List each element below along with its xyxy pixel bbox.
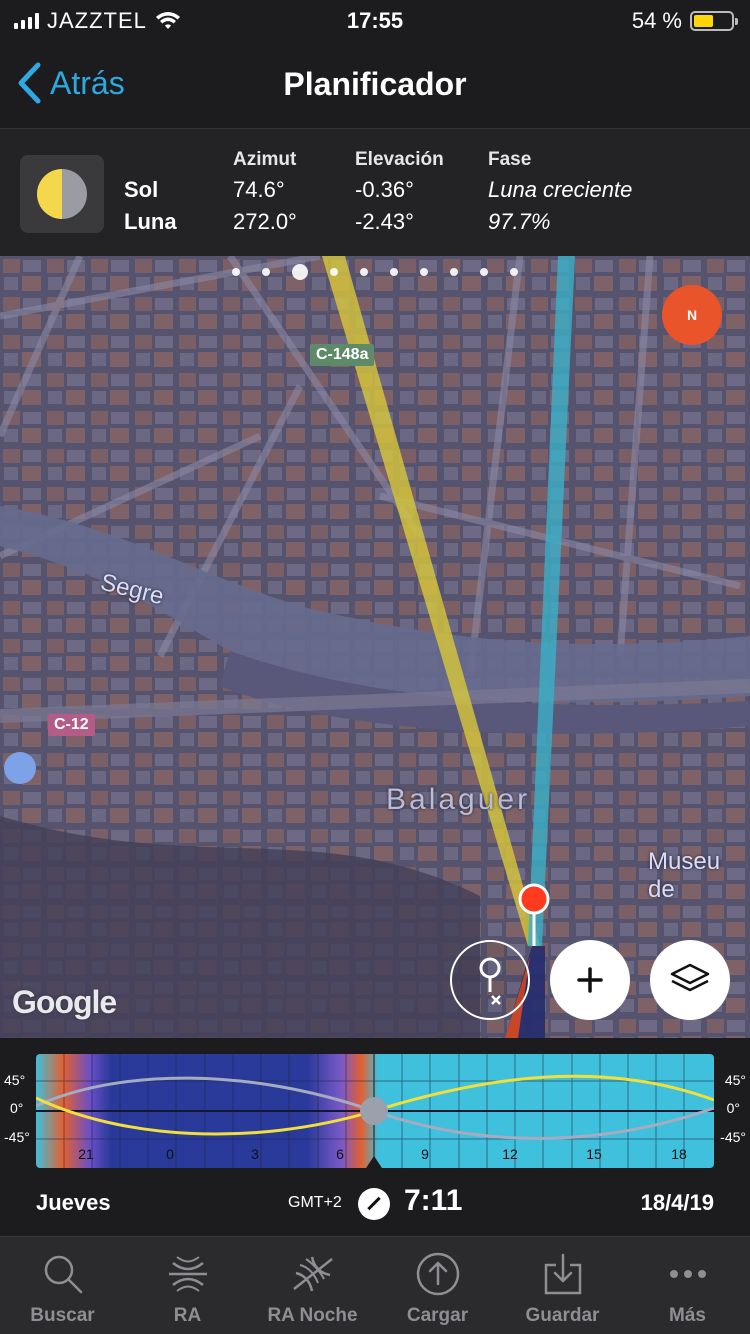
tab-ra-noche[interactable]: RA Noche (250, 1237, 375, 1334)
header-fase: Fase (488, 149, 532, 170)
tab-cargar[interactable]: Cargar (375, 1237, 500, 1334)
page-dot[interactable] (330, 268, 338, 276)
more-icon (669, 1270, 706, 1278)
status-bar: JAZZTEL 17:55 54 % (0, 0, 750, 40)
y-label-bottom-right: -45° (720, 1129, 746, 1145)
hour-label: 3 (251, 1146, 259, 1162)
map-layers-button[interactable] (650, 940, 730, 1020)
page-dot[interactable] (480, 268, 488, 276)
page-title: Planificador (283, 66, 467, 102)
luna-elevacion: -2.43° (355, 209, 414, 234)
tab-buscar[interactable]: Buscar (0, 1237, 125, 1334)
page-dot[interactable] (450, 268, 458, 276)
battery-icon (690, 11, 738, 31)
page-dot[interactable] (360, 268, 368, 276)
tab-mas[interactable]: Más (625, 1237, 750, 1334)
sol-label: Sol (124, 177, 159, 202)
pin-remove-icon (479, 957, 501, 1005)
y-label-top: 45° (4, 1072, 26, 1088)
ar-night-icon (292, 1256, 333, 1292)
time-value[interactable]: 7:11 (404, 1184, 462, 1218)
tab-label: Buscar (30, 1305, 95, 1326)
date-value[interactable]: 18/4/19 (641, 1190, 714, 1216)
date-time-bar: Jueves GMT+2 7:11 18/4/19 (0, 1178, 750, 1236)
navigation-bar: Atrás Planificador (0, 40, 750, 128)
weekday-label: Jueves (36, 1190, 111, 1215)
tab-label: Guardar (525, 1305, 600, 1326)
poi-label: Museu de (648, 848, 721, 903)
page-dot[interactable] (420, 268, 428, 276)
road-label-c12: C-12 (48, 714, 95, 736)
ar-icon (168, 1256, 207, 1292)
plus-icon (577, 967, 603, 993)
sol-elevacion: -0.36° (355, 177, 414, 202)
y-label-top-right: 45° (724, 1072, 746, 1088)
add-pin-button[interactable] (550, 940, 630, 1020)
search-icon (44, 1255, 82, 1294)
hour-label: 15 (586, 1146, 602, 1162)
y-label-mid-right: 0° (726, 1100, 740, 1116)
hour-label: 21 (78, 1146, 94, 1162)
hour-label: 0 (166, 1146, 174, 1162)
satellite-map[interactable]: N C-148a C-12 Segre Balaguer Museu de Go… (0, 256, 750, 1038)
remove-pin-button[interactable] (450, 940, 530, 1020)
moon-phase-name: Luna creciente (488, 177, 633, 202)
battery-percent: 54 % (631, 8, 682, 33)
page-indicator[interactable] (0, 264, 750, 280)
tab-guardar[interactable]: Guardar (500, 1237, 625, 1334)
moon-phase-button[interactable] (20, 155, 104, 233)
y-label-mid: 0° (10, 1100, 24, 1116)
tab-bar: Buscar RA RA Noche Cargar Guardar Más (0, 1236, 750, 1334)
hour-label: 12 (502, 1146, 518, 1162)
hour-label: 18 (671, 1146, 687, 1162)
tab-label: Más (669, 1305, 706, 1326)
compass-button[interactable]: N (662, 285, 722, 345)
hour-label: 6 (336, 1146, 344, 1162)
time-slider[interactable]: 21 0 3 6 9 12 15 18 45° 0° -45° 45° 0° -… (0, 1038, 750, 1188)
clock-icon[interactable] (358, 1188, 390, 1220)
luna-azimut: 272.0° (233, 209, 297, 234)
y-label-bottom: -45° (4, 1129, 30, 1145)
tab-label: RA Noche (267, 1305, 358, 1326)
sol-azimut: 74.6° (233, 177, 285, 202)
town-label: Balaguer (386, 783, 531, 816)
page-dot[interactable] (292, 264, 308, 280)
ephemeris-panel: Azimut Elevación Fase Sol 74.6° -0.36° L… (0, 128, 750, 256)
battery: 54 % (631, 8, 738, 34)
google-logo: Google (12, 984, 117, 1020)
moon-phase-icon (37, 169, 87, 219)
page-dot[interactable] (262, 268, 270, 276)
tab-label: Cargar (406, 1305, 469, 1326)
upload-icon (416, 1252, 459, 1296)
north-icon: N (686, 307, 698, 323)
road-label-c148: C-148a (310, 344, 375, 366)
header-elevacion: Elevación (355, 149, 444, 170)
page-dot[interactable] (232, 268, 240, 276)
sun-moon-elevation-graph[interactable]: 21 0 3 6 9 12 15 18 (0, 1038, 750, 1188)
page-dot[interactable] (390, 268, 398, 276)
layers-icon (670, 963, 710, 992)
map-imagery (0, 256, 750, 1038)
header-azimut: Azimut (233, 149, 297, 170)
tab-label: RA (173, 1305, 202, 1326)
luna-label: Luna (124, 209, 177, 234)
hour-label: 9 (421, 1146, 429, 1162)
timezone-label[interactable]: GMT+2 (288, 1194, 342, 1212)
tab-ra[interactable]: RA (125, 1237, 250, 1334)
save-icon (544, 1253, 581, 1295)
page-dot[interactable] (510, 268, 518, 276)
moon-illumination: 97.7% (488, 209, 551, 234)
